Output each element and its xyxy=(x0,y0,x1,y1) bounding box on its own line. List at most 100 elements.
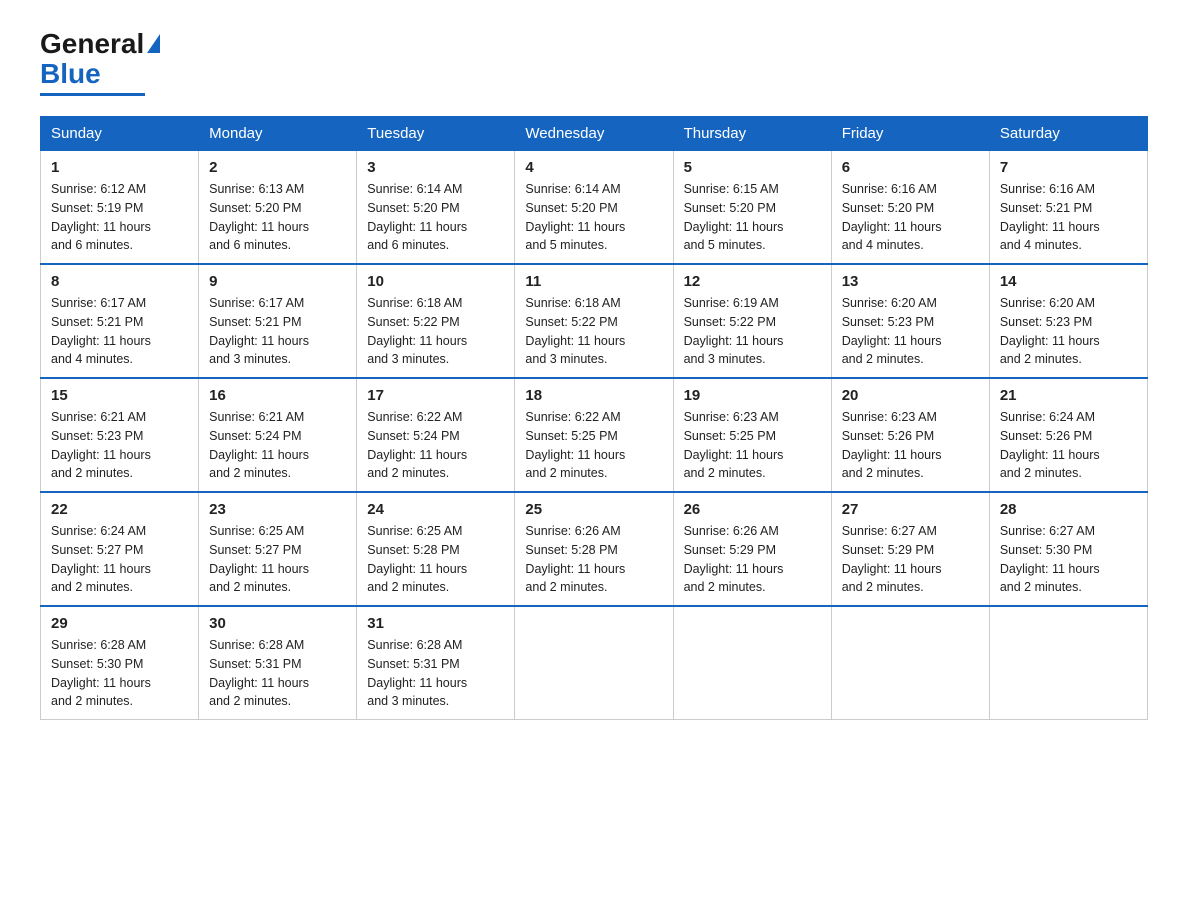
day-number: 24 xyxy=(367,501,504,518)
day-info: Sunrise: 6:28 AM Sunset: 5:31 PM Dayligh… xyxy=(209,636,346,711)
calendar-cell xyxy=(673,606,831,720)
header-saturday: Saturday xyxy=(989,117,1147,151)
day-info: Sunrise: 6:20 AM Sunset: 5:23 PM Dayligh… xyxy=(842,294,979,369)
day-number: 28 xyxy=(1000,501,1137,518)
header-wednesday: Wednesday xyxy=(515,117,673,151)
day-number: 3 xyxy=(367,159,504,176)
calendar-cell: 1 Sunrise: 6:12 AM Sunset: 5:19 PM Dayli… xyxy=(41,151,199,265)
day-number: 11 xyxy=(525,273,662,290)
day-number: 6 xyxy=(842,159,979,176)
calendar-cell: 23 Sunrise: 6:25 AM Sunset: 5:27 PM Dayl… xyxy=(199,492,357,606)
calendar-cell: 11 Sunrise: 6:18 AM Sunset: 5:22 PM Dayl… xyxy=(515,264,673,378)
day-info: Sunrise: 6:13 AM Sunset: 5:20 PM Dayligh… xyxy=(209,180,346,255)
calendar-week-2: 8 Sunrise: 6:17 AM Sunset: 5:21 PM Dayli… xyxy=(41,264,1148,378)
calendar-cell: 19 Sunrise: 6:23 AM Sunset: 5:25 PM Dayl… xyxy=(673,378,831,492)
day-number: 25 xyxy=(525,501,662,518)
logo-text-general: General xyxy=(40,30,144,58)
day-info: Sunrise: 6:18 AM Sunset: 5:22 PM Dayligh… xyxy=(367,294,504,369)
calendar-cell: 15 Sunrise: 6:21 AM Sunset: 5:23 PM Dayl… xyxy=(41,378,199,492)
day-number: 9 xyxy=(209,273,346,290)
calendar-cell: 29 Sunrise: 6:28 AM Sunset: 5:30 PM Dayl… xyxy=(41,606,199,720)
day-number: 14 xyxy=(1000,273,1137,290)
day-number: 7 xyxy=(1000,159,1137,176)
day-number: 29 xyxy=(51,615,188,632)
calendar-cell: 7 Sunrise: 6:16 AM Sunset: 5:21 PM Dayli… xyxy=(989,151,1147,265)
day-number: 31 xyxy=(367,615,504,632)
header-tuesday: Tuesday xyxy=(357,117,515,151)
day-info: Sunrise: 6:17 AM Sunset: 5:21 PM Dayligh… xyxy=(209,294,346,369)
calendar-cell xyxy=(831,606,989,720)
calendar-week-4: 22 Sunrise: 6:24 AM Sunset: 5:27 PM Dayl… xyxy=(41,492,1148,606)
day-info: Sunrise: 6:19 AM Sunset: 5:22 PM Dayligh… xyxy=(684,294,821,369)
day-info: Sunrise: 6:20 AM Sunset: 5:23 PM Dayligh… xyxy=(1000,294,1137,369)
day-number: 26 xyxy=(684,501,821,518)
calendar-cell: 10 Sunrise: 6:18 AM Sunset: 5:22 PM Dayl… xyxy=(357,264,515,378)
day-info: Sunrise: 6:17 AM Sunset: 5:21 PM Dayligh… xyxy=(51,294,188,369)
calendar-week-1: 1 Sunrise: 6:12 AM Sunset: 5:19 PM Dayli… xyxy=(41,151,1148,265)
calendar-cell: 2 Sunrise: 6:13 AM Sunset: 5:20 PM Dayli… xyxy=(199,151,357,265)
calendar-cell xyxy=(989,606,1147,720)
calendar-cell: 8 Sunrise: 6:17 AM Sunset: 5:21 PM Dayli… xyxy=(41,264,199,378)
header-monday: Monday xyxy=(199,117,357,151)
calendar-cell: 20 Sunrise: 6:23 AM Sunset: 5:26 PM Dayl… xyxy=(831,378,989,492)
day-number: 1 xyxy=(51,159,188,176)
day-number: 4 xyxy=(525,159,662,176)
day-number: 18 xyxy=(525,387,662,404)
calendar-cell: 14 Sunrise: 6:20 AM Sunset: 5:23 PM Dayl… xyxy=(989,264,1147,378)
day-info: Sunrise: 6:24 AM Sunset: 5:27 PM Dayligh… xyxy=(51,522,188,597)
calendar-cell: 27 Sunrise: 6:27 AM Sunset: 5:29 PM Dayl… xyxy=(831,492,989,606)
calendar-cell: 31 Sunrise: 6:28 AM Sunset: 5:31 PM Dayl… xyxy=(357,606,515,720)
day-info: Sunrise: 6:12 AM Sunset: 5:19 PM Dayligh… xyxy=(51,180,188,255)
calendar-cell: 30 Sunrise: 6:28 AM Sunset: 5:31 PM Dayl… xyxy=(199,606,357,720)
calendar-cell: 17 Sunrise: 6:22 AM Sunset: 5:24 PM Dayl… xyxy=(357,378,515,492)
day-number: 23 xyxy=(209,501,346,518)
calendar-cell: 6 Sunrise: 6:16 AM Sunset: 5:20 PM Dayli… xyxy=(831,151,989,265)
day-info: Sunrise: 6:28 AM Sunset: 5:30 PM Dayligh… xyxy=(51,636,188,711)
calendar-cell: 22 Sunrise: 6:24 AM Sunset: 5:27 PM Dayl… xyxy=(41,492,199,606)
calendar-cell: 26 Sunrise: 6:26 AM Sunset: 5:29 PM Dayl… xyxy=(673,492,831,606)
page-header: General Blue xyxy=(40,30,1148,96)
header-friday: Friday xyxy=(831,117,989,151)
calendar-cell: 25 Sunrise: 6:26 AM Sunset: 5:28 PM Dayl… xyxy=(515,492,673,606)
logo-text-blue: Blue xyxy=(40,58,101,90)
day-info: Sunrise: 6:23 AM Sunset: 5:26 PM Dayligh… xyxy=(842,408,979,483)
header-thursday: Thursday xyxy=(673,117,831,151)
day-info: Sunrise: 6:27 AM Sunset: 5:29 PM Dayligh… xyxy=(842,522,979,597)
day-info: Sunrise: 6:27 AM Sunset: 5:30 PM Dayligh… xyxy=(1000,522,1137,597)
day-number: 12 xyxy=(684,273,821,290)
day-info: Sunrise: 6:14 AM Sunset: 5:20 PM Dayligh… xyxy=(525,180,662,255)
calendar-cell: 13 Sunrise: 6:20 AM Sunset: 5:23 PM Dayl… xyxy=(831,264,989,378)
day-info: Sunrise: 6:16 AM Sunset: 5:20 PM Dayligh… xyxy=(842,180,979,255)
day-info: Sunrise: 6:23 AM Sunset: 5:25 PM Dayligh… xyxy=(684,408,821,483)
day-number: 5 xyxy=(684,159,821,176)
calendar-cell xyxy=(515,606,673,720)
day-number: 16 xyxy=(209,387,346,404)
day-info: Sunrise: 6:26 AM Sunset: 5:28 PM Dayligh… xyxy=(525,522,662,597)
logo: General Blue xyxy=(40,30,160,96)
calendar-cell: 21 Sunrise: 6:24 AM Sunset: 5:26 PM Dayl… xyxy=(989,378,1147,492)
day-number: 22 xyxy=(51,501,188,518)
day-info: Sunrise: 6:22 AM Sunset: 5:25 PM Dayligh… xyxy=(525,408,662,483)
day-number: 2 xyxy=(209,159,346,176)
day-info: Sunrise: 6:28 AM Sunset: 5:31 PM Dayligh… xyxy=(367,636,504,711)
day-number: 10 xyxy=(367,273,504,290)
calendar-cell: 18 Sunrise: 6:22 AM Sunset: 5:25 PM Dayl… xyxy=(515,378,673,492)
day-number: 8 xyxy=(51,273,188,290)
header-sunday: Sunday xyxy=(41,117,199,151)
calendar-cell: 9 Sunrise: 6:17 AM Sunset: 5:21 PM Dayli… xyxy=(199,264,357,378)
day-number: 19 xyxy=(684,387,821,404)
calendar-header-row: SundayMondayTuesdayWednesdayThursdayFrid… xyxy=(41,117,1148,151)
day-number: 17 xyxy=(367,387,504,404)
day-number: 21 xyxy=(1000,387,1137,404)
calendar-table: SundayMondayTuesdayWednesdayThursdayFrid… xyxy=(40,116,1148,720)
calendar-cell: 28 Sunrise: 6:27 AM Sunset: 5:30 PM Dayl… xyxy=(989,492,1147,606)
day-number: 20 xyxy=(842,387,979,404)
day-info: Sunrise: 6:16 AM Sunset: 5:21 PM Dayligh… xyxy=(1000,180,1137,255)
day-info: Sunrise: 6:21 AM Sunset: 5:24 PM Dayligh… xyxy=(209,408,346,483)
calendar-week-3: 15 Sunrise: 6:21 AM Sunset: 5:23 PM Dayl… xyxy=(41,378,1148,492)
calendar-cell: 4 Sunrise: 6:14 AM Sunset: 5:20 PM Dayli… xyxy=(515,151,673,265)
calendar-cell: 16 Sunrise: 6:21 AM Sunset: 5:24 PM Dayl… xyxy=(199,378,357,492)
day-info: Sunrise: 6:26 AM Sunset: 5:29 PM Dayligh… xyxy=(684,522,821,597)
day-info: Sunrise: 6:15 AM Sunset: 5:20 PM Dayligh… xyxy=(684,180,821,255)
day-info: Sunrise: 6:25 AM Sunset: 5:28 PM Dayligh… xyxy=(367,522,504,597)
